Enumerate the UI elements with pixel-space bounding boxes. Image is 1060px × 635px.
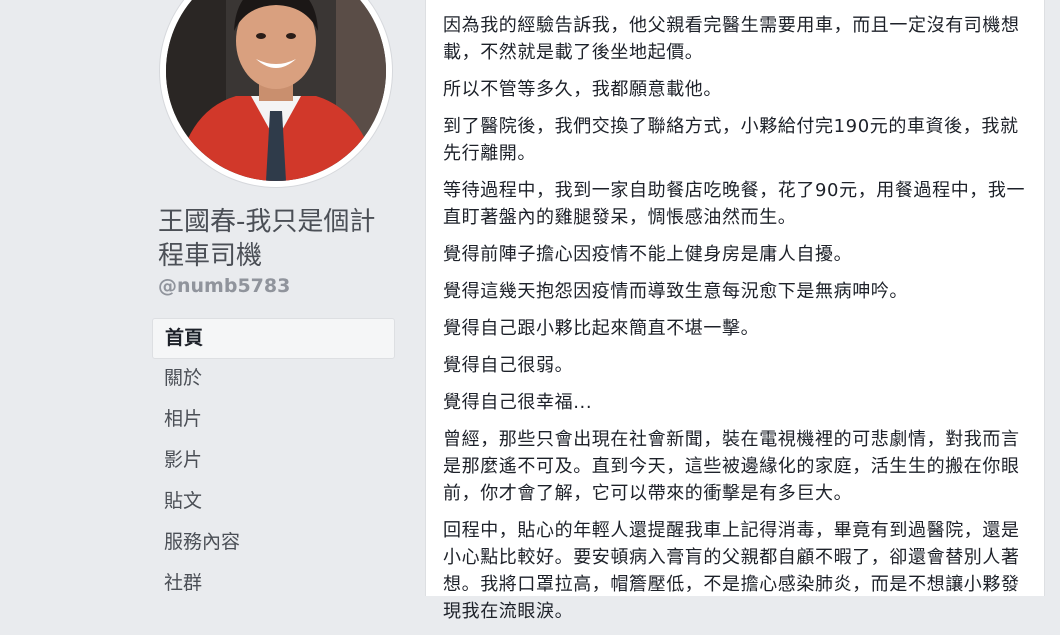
profile-avatar[interactable] bbox=[160, 0, 392, 187]
avatar-portrait-image bbox=[166, 0, 386, 181]
page-username[interactable]: @numb5783 bbox=[158, 275, 290, 297]
post-paragraph: 等待過程中，我到一家自助餐店吃晚餐，花了90元，用餐過程中，我一直盯著盤內的雞腿… bbox=[443, 180, 1026, 228]
post-paragraph: 覺得這幾天抱怨因疫情而導致生意每況愈下是無病呻吟。 bbox=[443, 281, 908, 302]
post-paragraph: 到了醫院後，我們交換了聯絡方式，小夥給付完190元的車資後，我就先行離開。 bbox=[443, 116, 1019, 164]
post-paragraph: 覺得自己跟小夥比起來簡直不堪一擊。 bbox=[443, 318, 760, 339]
nav-item-about[interactable]: 關於 bbox=[152, 359, 395, 400]
post-body: 因為我的經驗告訴我，他父親看完醫生需要用車，而且一定沒有司機想載，不然就是載了後… bbox=[443, 12, 1033, 635]
nav-item-posts[interactable]: 貼文 bbox=[152, 482, 395, 523]
page-sidebar: 王國春-我只是個計程車司機 @numb5783 首頁 關於 相片 影片 貼文 服… bbox=[0, 0, 410, 596]
nav-item-home[interactable]: 首頁 bbox=[152, 318, 395, 359]
nav-item-services[interactable]: 服務內容 bbox=[152, 523, 395, 564]
avatar-photo bbox=[166, 0, 386, 181]
post-paragraph: 回程中，貼心的年輕人還提醒我車上記得消毒，畢竟有到過醫院，還是小心點比較好。要安… bbox=[443, 520, 1020, 622]
post-paragraph: 覺得自己很弱。 bbox=[443, 355, 574, 376]
nav-item-videos[interactable]: 影片 bbox=[152, 441, 395, 482]
nav-item-community[interactable]: 社群 bbox=[152, 564, 395, 605]
post-card: 因為我的經驗告訴我，他父親看完醫生需要用車，而且一定沒有司機想載，不然就是載了後… bbox=[425, 0, 1045, 622]
post-paragraph: 曾經，那些只會出現在社會新聞，裝在電視機裡的可悲劇情，對我而言是那麼遙不可及。直… bbox=[443, 429, 1020, 504]
post-paragraph: 所以不管等多久，我都願意載他。 bbox=[443, 79, 722, 100]
post-paragraph: 覺得前陣子擔心因疫情不能上健身房是庸人自擾。 bbox=[443, 244, 853, 265]
nav-item-photos[interactable]: 相片 bbox=[152, 400, 395, 441]
post-paragraph: 覺得自己很幸福... bbox=[443, 392, 593, 413]
page-nav: 首頁 關於 相片 影片 貼文 服務內容 社群 bbox=[152, 318, 395, 605]
post-paragraph: 因為我的經驗告訴我，他父親看完醫生需要用車，而且一定沒有司機想載，不然就是載了後… bbox=[443, 15, 1020, 63]
page-title[interactable]: 王國春-我只是個計程車司機 bbox=[158, 205, 398, 273]
right-gutter bbox=[1045, 0, 1060, 596]
